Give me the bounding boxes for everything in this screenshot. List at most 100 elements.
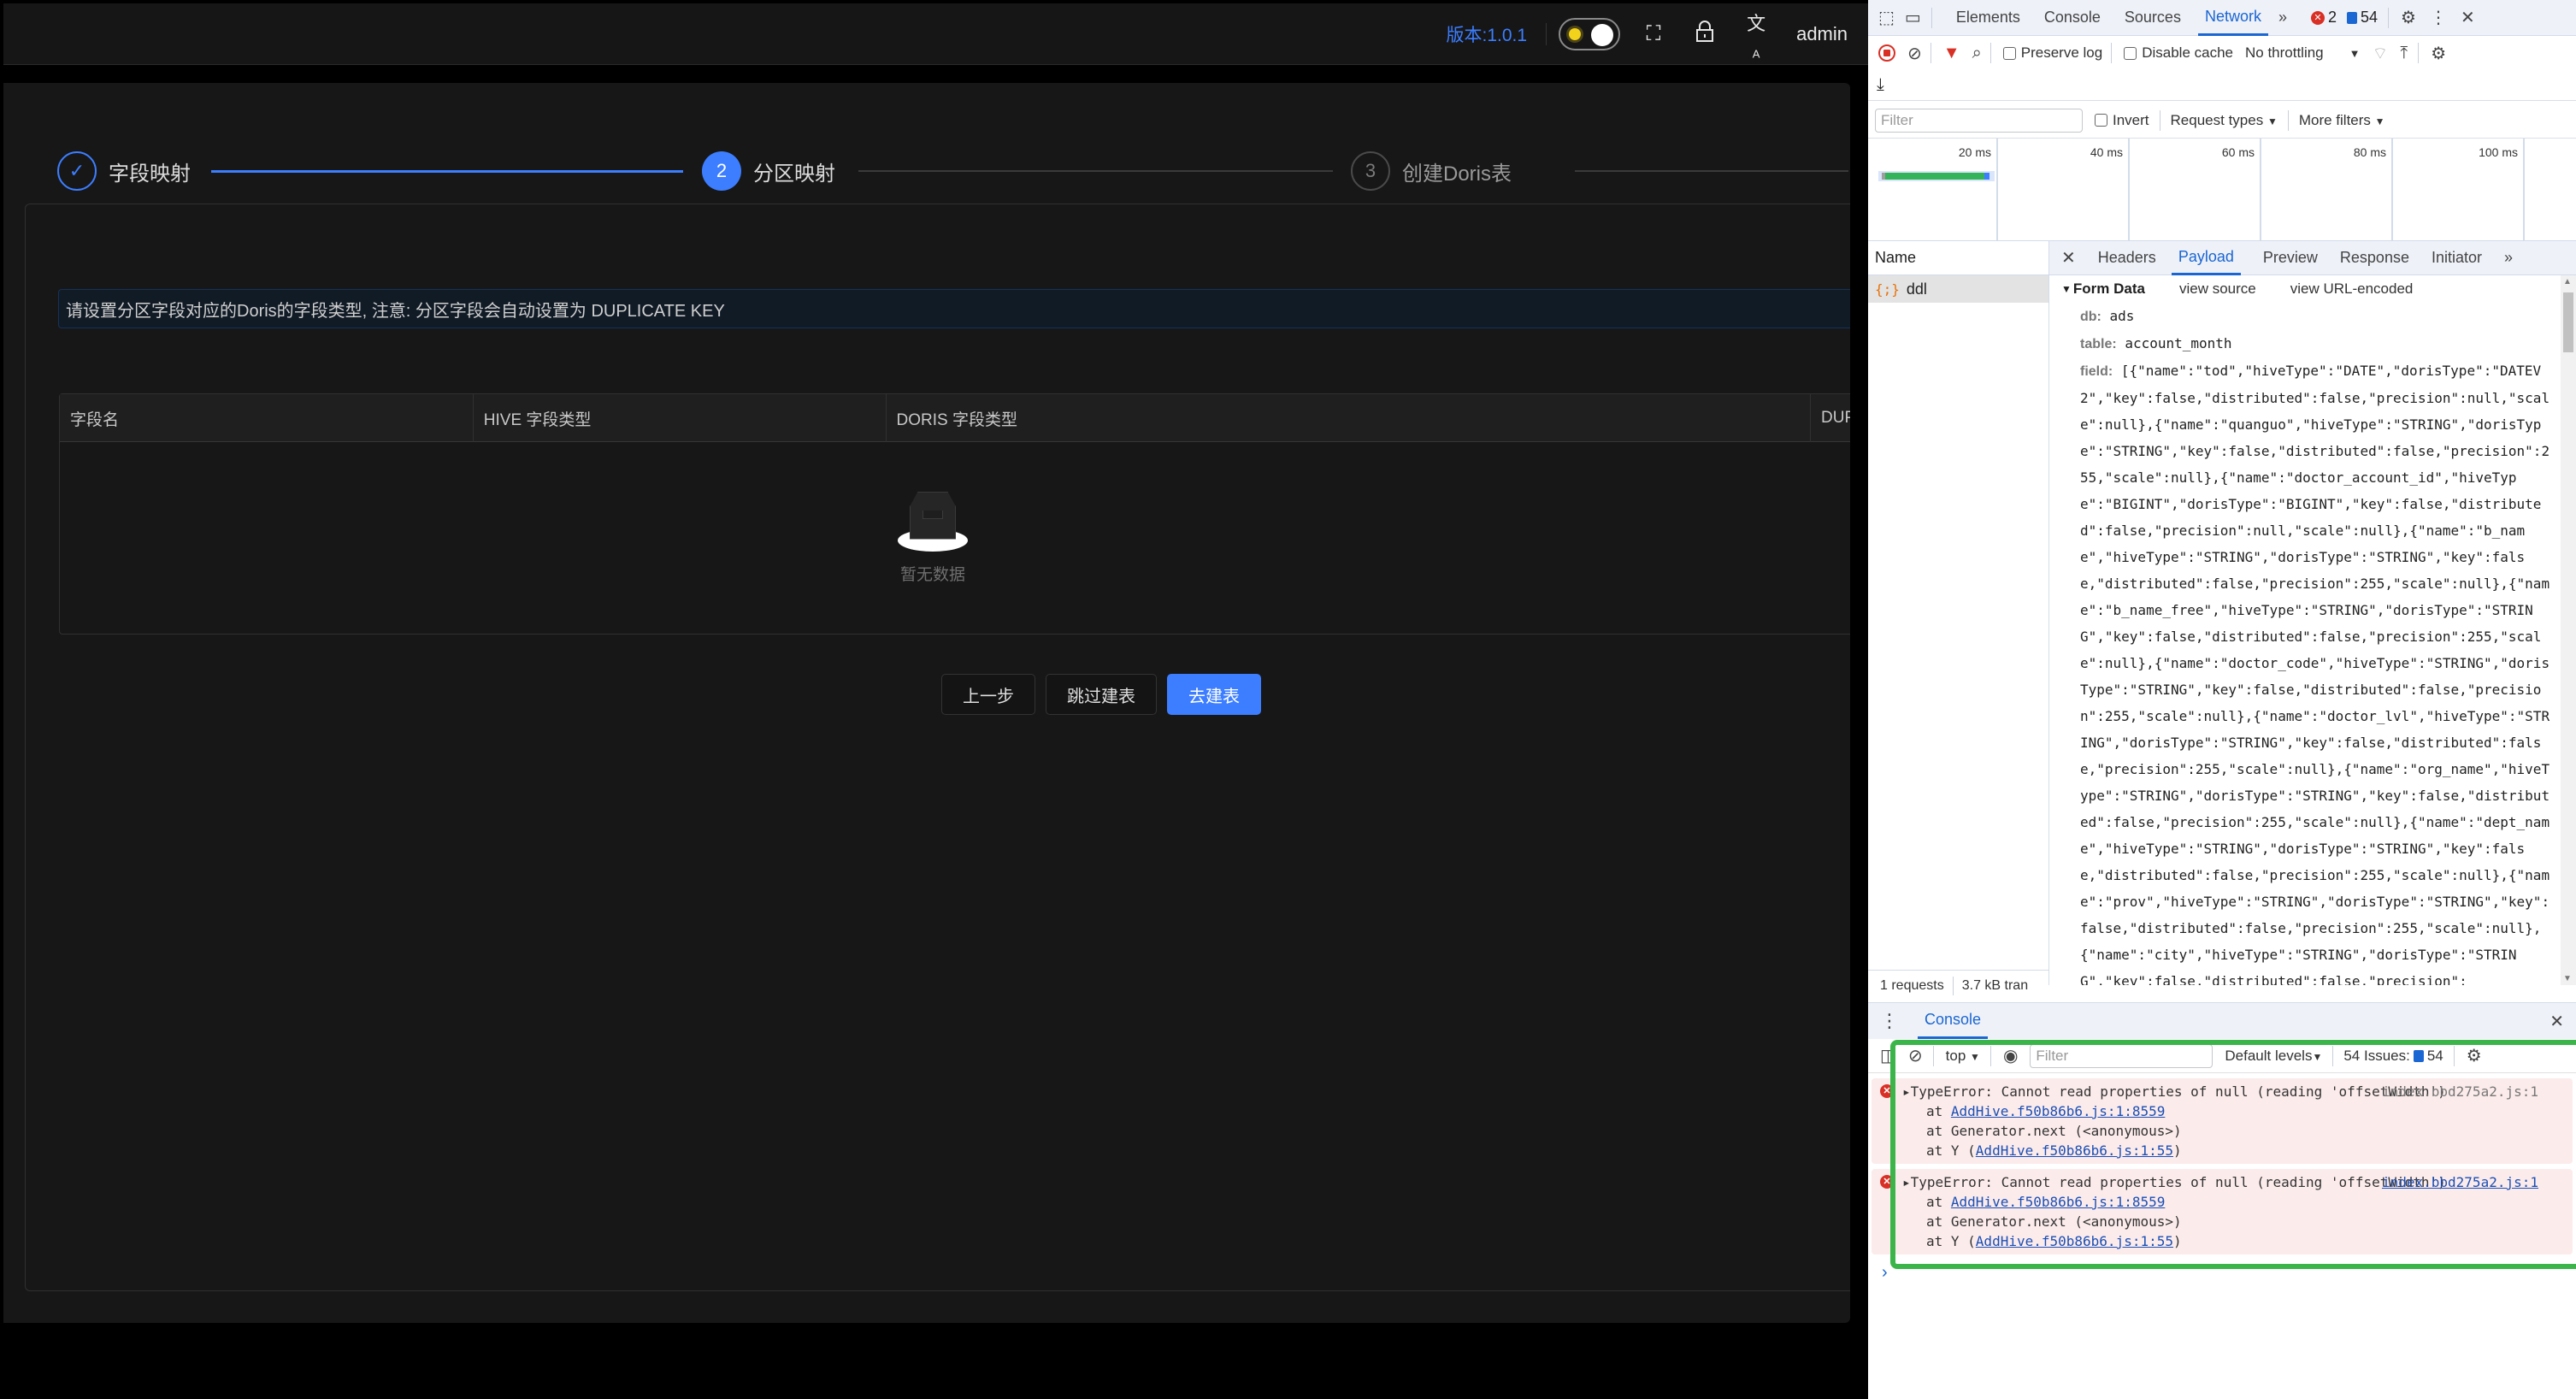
user-menu[interactable]: admin bbox=[1796, 23, 1848, 45]
close-drawer-icon[interactable]: ✕ bbox=[2549, 1011, 2564, 1032]
web-app: 版本:1.0.1 ⛶ 文A admin ✓ 字段映射 2 分区映射 3 创建Do… bbox=[3, 0, 1868, 1399]
view-url-encoded-link[interactable]: view URL-encoded bbox=[2290, 280, 2414, 298]
console-toolbar: ◫ ⊘ top ▼ ◉ Filter Default levels▼ 54 Is… bbox=[1868, 1039, 2576, 1073]
device-toolbar-icon[interactable]: ▭ bbox=[1905, 7, 1921, 28]
clear-icon[interactable]: ⊘ bbox=[1907, 43, 1922, 64]
network-toolbar: ⊘ ▼ ⌕ Preserve log Disable cache No thro… bbox=[1868, 36, 2576, 70]
console-settings-icon[interactable]: ⚙ bbox=[2467, 1045, 2482, 1066]
tab-sources[interactable]: Sources bbox=[2125, 0, 2181, 36]
translate-icon[interactable]: 文A bbox=[1745, 9, 1767, 60]
request-row[interactable]: {;} ddl bbox=[1868, 275, 2048, 303]
expand-triangle-icon: ▼ bbox=[2061, 283, 2072, 295]
divider bbox=[1546, 23, 1547, 45]
tab-preview[interactable]: Preview bbox=[2263, 241, 2318, 275]
step-connector bbox=[211, 170, 683, 173]
timeline-column: 40 ms bbox=[1998, 139, 2130, 241]
tick-label: 80 ms bbox=[2353, 145, 2386, 159]
preserve-log-checkbox[interactable]: Preserve log bbox=[2002, 44, 2102, 62]
tab-console[interactable]: Console bbox=[2044, 0, 2101, 36]
sidebar-toggle-icon[interactable]: ◫ bbox=[1880, 1045, 1896, 1066]
log-levels-dropdown[interactable]: Default levels▼ bbox=[2225, 1048, 2322, 1065]
source-link[interactable]: index.bbd275a2.js:1 bbox=[2382, 1082, 2538, 1101]
import-har-icon[interactable]: ⤒ bbox=[2400, 44, 2408, 63]
record-icon[interactable] bbox=[1878, 44, 1895, 62]
stack-frame-link[interactable]: AddHive.f50b86b6.js:1:55 bbox=[1976, 1142, 2173, 1159]
view-source-link[interactable]: view source bbox=[2179, 280, 2256, 298]
drawer-menu-icon[interactable]: ⋮ bbox=[1880, 1010, 1899, 1032]
step-number: 2 bbox=[702, 151, 741, 191]
request-types-dropdown[interactable]: Request types ▼ bbox=[2171, 112, 2278, 129]
close-devtools-icon[interactable]: ✕ bbox=[2461, 7, 2475, 28]
stack-frame: at Y (AddHive.f50b86b6.js:1:55) bbox=[1926, 1233, 2182, 1249]
error-counter[interactable]: ✕ 2 bbox=[2310, 9, 2337, 27]
live-expression-eye-icon[interactable]: ◉ bbox=[2003, 1045, 2018, 1066]
more-filters-dropdown[interactable]: More filters ▼ bbox=[2299, 112, 2385, 129]
issues-button[interactable]: 54 Issues: 54 bbox=[2343, 1048, 2443, 1065]
chevron-down-icon[interactable]: ▼ bbox=[2349, 47, 2361, 60]
network-overview-timeline[interactable]: 20 ms 40 ms 60 ms 80 ms 100 ms bbox=[1868, 139, 2576, 241]
stack-frame-link[interactable]: AddHive.f50b86b6.js:1:8559 bbox=[1951, 1194, 2165, 1210]
stack-frame: at AddHive.f50b86b6.js:1:8559 bbox=[1926, 1194, 2166, 1210]
expand-triangle-icon[interactable]: ▸ bbox=[1902, 1083, 1911, 1100]
tab-payload[interactable]: Payload bbox=[2171, 241, 2241, 275]
devtools-tabbar: ⬚ ▭ Elements Console Sources Network » ✕… bbox=[1868, 0, 2576, 36]
lock-icon[interactable] bbox=[1694, 20, 1716, 49]
request-timing-bar bbox=[1878, 171, 1995, 181]
sun-icon bbox=[1569, 28, 1582, 40]
more-tabs-icon[interactable]: » bbox=[2278, 0, 2287, 36]
throttling-select[interactable]: No throttling bbox=[2245, 44, 2324, 62]
stack-frame-link[interactable]: AddHive.f50b86b6.js:1:55 bbox=[1976, 1233, 2173, 1249]
timeline-column: 60 ms bbox=[2130, 139, 2261, 241]
tab-initiator[interactable]: Initiator bbox=[2432, 241, 2482, 275]
timeline-column: 100 ms bbox=[2393, 139, 2525, 241]
devtools: ⬚ ▭ Elements Console Sources Network » ✕… bbox=[1868, 0, 2576, 1399]
tab-console-drawer[interactable]: Console bbox=[1918, 1003, 1989, 1039]
console-prompt[interactable]: › bbox=[1882, 1263, 2576, 1283]
context-select[interactable]: top ▼ bbox=[1946, 1048, 1980, 1065]
invert-checkbox[interactable]: Invert bbox=[2095, 112, 2149, 129]
stack-frame: at AddHive.f50b86b6.js:1:8559 bbox=[1926, 1103, 2166, 1119]
form-data-header[interactable]: ▼ Form Data view source view URL-encoded bbox=[2061, 275, 2554, 303]
console-error-message[interactable]: ✕ ▸TypeError: Cannot read properties of … bbox=[1872, 1078, 2573, 1164]
version-label: 版本:1.0.1 bbox=[1446, 26, 1528, 45]
export-har-icon[interactable]: ⤓ bbox=[1877, 75, 1884, 95]
inspect-element-icon[interactable]: ⬚ bbox=[1878, 7, 1895, 28]
stack-frame: at Y (AddHive.f50b86b6.js:1:55) bbox=[1926, 1142, 2182, 1159]
header-actions: 版本:1.0.1 ⛶ 文A admin bbox=[1447, 3, 1848, 65]
create-table-button[interactable]: 去建表 bbox=[1167, 674, 1261, 715]
xhr-icon: {;} bbox=[1875, 280, 1900, 298]
network-conditions-icon[interactable]: ⌔ bbox=[2373, 43, 2389, 64]
prev-step-button[interactable]: 上一步 bbox=[941, 674, 1035, 715]
stack-frame-link[interactable]: AddHive.f50b86b6.js:1:8559 bbox=[1951, 1103, 2165, 1119]
clear-console-icon[interactable]: ⊘ bbox=[1908, 1045, 1923, 1066]
settings-icon[interactable]: ⚙ bbox=[2401, 7, 2416, 28]
error-icon: ✕ bbox=[1880, 1084, 1894, 1098]
timeline-column: 20 ms bbox=[1868, 139, 1998, 241]
payload-scrollbar[interactable]: ▲ ▼ bbox=[2561, 275, 2576, 985]
console-error-message[interactable]: ✕ ▸TypeError: Cannot read properties of … bbox=[1872, 1169, 2573, 1254]
disable-cache-checkbox[interactable]: Disable cache bbox=[2124, 44, 2233, 62]
close-detail-icon[interactable]: ✕ bbox=[2061, 247, 2076, 269]
source-link[interactable]: index.bbd275a2.js:1 bbox=[2382, 1172, 2538, 1192]
kebab-menu-icon[interactable]: ⋮ bbox=[2430, 7, 2447, 28]
step-label: 字段映射 bbox=[109, 162, 191, 186]
issues-counter[interactable]: 54 bbox=[2347, 9, 2378, 27]
name-column-header[interactable]: Name bbox=[1868, 241, 2048, 275]
expand-triangle-icon[interactable]: ▸ bbox=[1902, 1174, 1911, 1190]
tab-headers[interactable]: Headers bbox=[2098, 241, 2156, 275]
network-settings-icon[interactable]: ⚙ bbox=[2431, 43, 2446, 64]
step-connector bbox=[858, 170, 1333, 172]
tab-network[interactable]: Network bbox=[2197, 0, 2268, 36]
console-filter-input[interactable]: Filter bbox=[2030, 1043, 2213, 1068]
filter-icon[interactable]: ▼ bbox=[1943, 44, 1960, 63]
search-icon[interactable]: ⌕ bbox=[1972, 44, 1982, 63]
theme-toggle[interactable] bbox=[1559, 18, 1621, 50]
fullscreen-icon[interactable]: ⛶ bbox=[1642, 22, 1665, 46]
tab-elements[interactable]: Elements bbox=[1956, 0, 2020, 36]
tick-label: 40 ms bbox=[2090, 145, 2123, 159]
network-filter-input[interactable]: Filter bbox=[1875, 108, 2083, 133]
tab-response[interactable]: Response bbox=[2340, 241, 2409, 275]
issues-icon bbox=[2413, 1049, 2424, 1062]
more-detail-tabs-icon[interactable]: » bbox=[2504, 241, 2513, 275]
skip-create-button[interactable]: 跳过建表 bbox=[1046, 674, 1157, 715]
